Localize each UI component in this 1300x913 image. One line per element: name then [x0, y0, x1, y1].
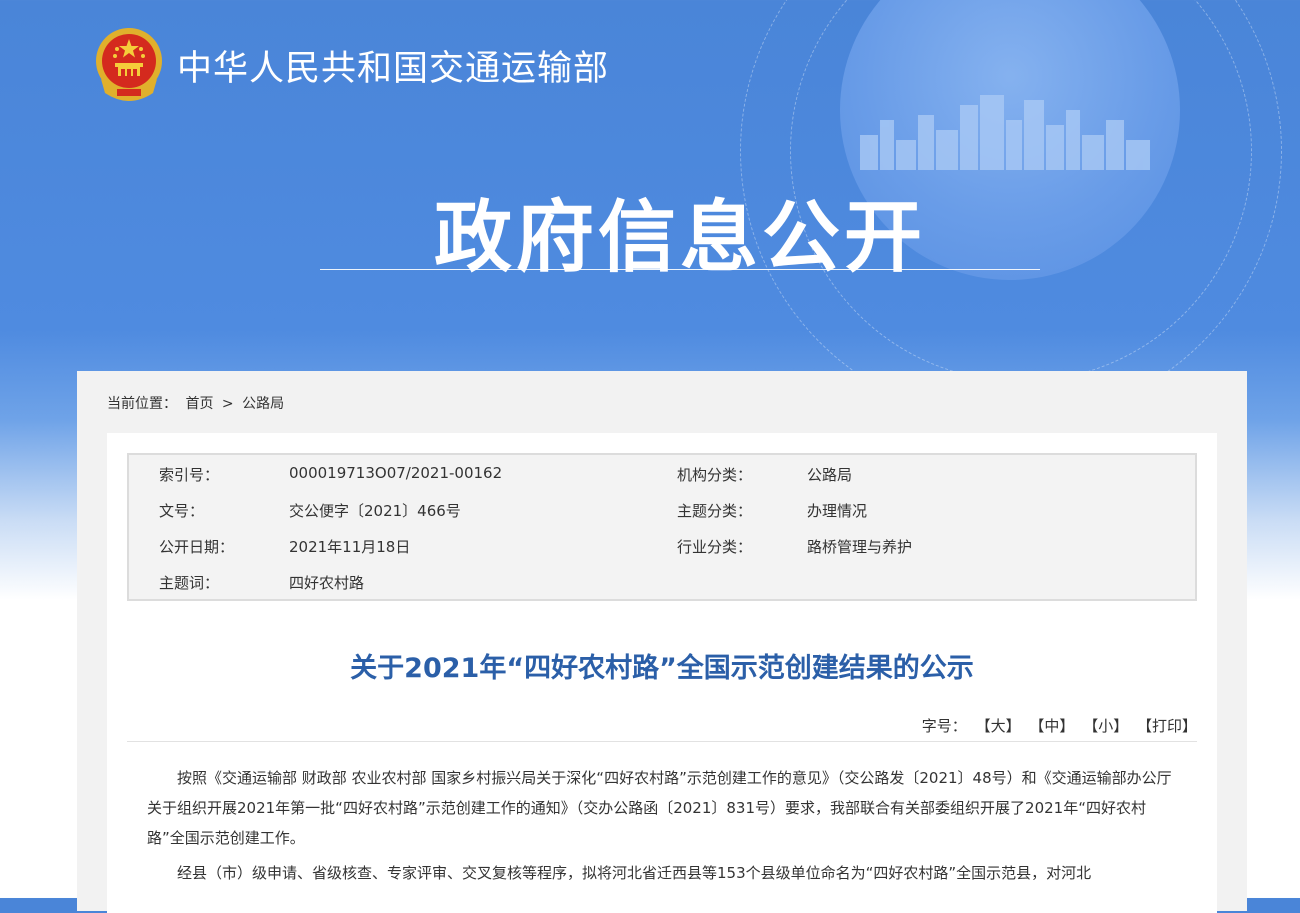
metadata-row: 文号： 交公便字〔2021〕466号 主题分类： 办理情况 [129, 491, 1195, 527]
site-title[interactable]: 中华人民共和国交通运输部 [177, 40, 609, 91]
font-large-button[interactable]: 【大】 [976, 717, 1021, 735]
article-paragraph: 经县（市）级申请、省级核查、专家评审、交叉复核等程序，拟将河北省迁西县等153个… [177, 864, 1092, 882]
national-emblem-logo [96, 28, 162, 101]
font-medium-button[interactable]: 【中】 [1029, 717, 1074, 735]
breadcrumb-current-link[interactable]: 公路局 [242, 396, 284, 412]
meta-key: 公开日期： [159, 538, 235, 556]
divider [127, 741, 1197, 742]
metadata-row: 索引号： 000019713O07/2021-00162 机构分类： 公路局 [129, 455, 1195, 491]
breadcrumb: 当前位置： 首页 > 公路局 [107, 393, 288, 413]
article-title: 关于2021年“四好农村路”全国示范创建结果的公示 [350, 653, 974, 684]
meta-key: 主题分类： [677, 502, 753, 520]
meta-value: 四好农村路 [289, 574, 365, 592]
metadata-row: 主题词： 四好农村路 [129, 563, 1195, 599]
font-small-button[interactable]: 【小】 [1083, 717, 1128, 735]
meta-value: 办理情况 [807, 502, 868, 520]
font-size-label: 字号： [921, 717, 967, 735]
meta-key: 文号： [159, 502, 205, 520]
article-card: 索引号： 000019713O07/2021-00162 机构分类： 公路局 文… [107, 433, 1217, 913]
breadcrumb-label: 当前位置： [107, 396, 177, 412]
meta-key: 机构分类： [677, 466, 753, 484]
meta-value: 2021年11月18日 [289, 538, 411, 556]
city-skyline-illustration [860, 95, 1150, 170]
content-panel: 当前位置： 首页 > 公路局 索引号： 000019713O07/2021-00… [77, 371, 1247, 913]
meta-key: 行业分类： [677, 538, 753, 556]
hero-underline [320, 269, 1040, 270]
meta-value: 公路局 [807, 466, 853, 484]
metadata-row: 公开日期： 2021年11月18日 行业分类： 路桥管理与养护 [129, 527, 1195, 563]
metadata-table: 索引号： 000019713O07/2021-00162 机构分类： 公路局 文… [127, 453, 1197, 601]
meta-value: 交公便字〔2021〕466号 [289, 502, 461, 520]
article-paragraph: 按照《交通运输部 财政部 农业农村部 国家乡村振兴局关于深化“四好农村路”示范创… [147, 769, 1172, 847]
meta-key: 索引号： [159, 466, 220, 484]
print-button[interactable]: 【打印】 [1137, 717, 1197, 735]
hero-title: 政府信息公开 [433, 193, 926, 283]
meta-value: 000019713O07/2021-00162 [289, 464, 503, 482]
font-size-controls: 字号： 【大】 【中】 【小】 【打印】 [922, 715, 1197, 736]
meta-value: 路桥管理与养护 [807, 538, 913, 556]
breadcrumb-separator: > [221, 396, 234, 412]
breadcrumb-home-link[interactable]: 首页 [185, 396, 213, 412]
meta-key: 主题词： [159, 574, 220, 592]
